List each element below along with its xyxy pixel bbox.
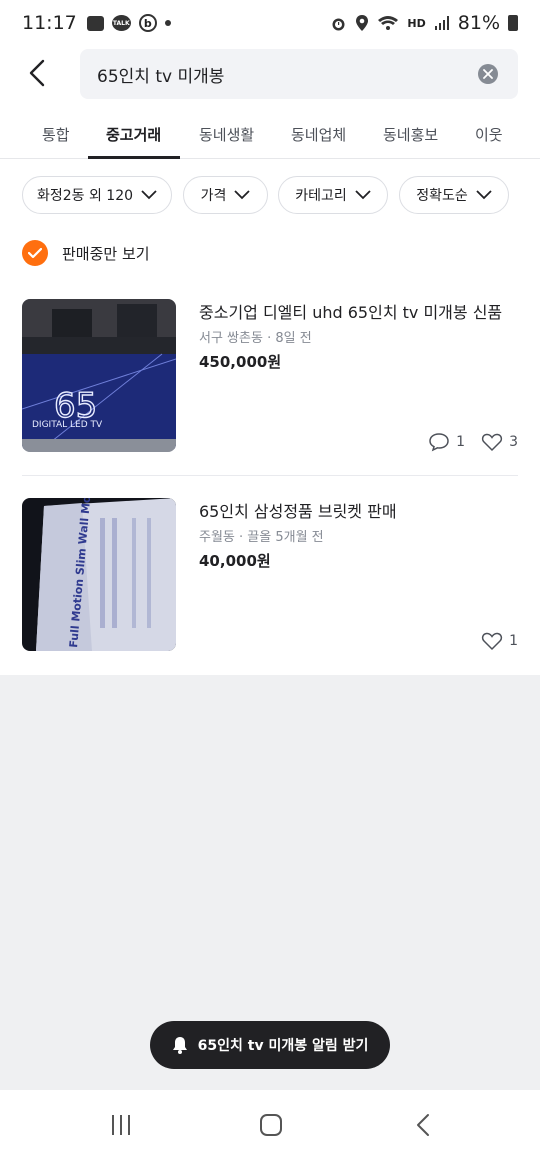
- like-count: 3: [509, 434, 518, 450]
- listing-price: 450,000원: [199, 353, 282, 371]
- listing-title: 중소기업 디엘티 uhd 65인치 tv 미개봉 신품: [199, 303, 503, 322]
- recents-icon: [112, 1115, 130, 1135]
- listing-title: 65인치 삼성정품 브릿켓 판매: [199, 502, 397, 521]
- more-notifications-icon: [164, 20, 171, 26]
- listing-time: 끌올 5개월 전: [247, 530, 324, 545]
- search-input[interactable]: 65인치 tv 미개봉: [80, 49, 518, 99]
- listing-time: 8일 전: [275, 331, 312, 346]
- b-app-notification-icon: b: [138, 14, 157, 32]
- recents-button[interactable]: [106, 1110, 136, 1140]
- home-icon: [260, 1114, 282, 1136]
- filter-location-label: 화정2동 외 120: [36, 188, 134, 204]
- tab-neighbors[interactable]: 이웃: [475, 124, 503, 145]
- wifi-icon: [378, 16, 399, 30]
- chevron-down-icon: [476, 190, 492, 200]
- listing-meta: 주월동 · 끌올 5개월 전: [199, 526, 324, 545]
- clear-search-button[interactable]: [478, 64, 498, 84]
- listing-stats: 1 3: [418, 432, 518, 452]
- like-count: 1: [509, 633, 518, 649]
- listing-thumbnail: Full Motion Slim Wall Mount: [22, 498, 176, 651]
- listing-meta: 서구 쌍촌동 · 8일 전: [199, 327, 312, 346]
- listing-item[interactable]: Full Motion Slim Wall Mount 65인치 삼성정품 브릿…: [22, 498, 518, 651]
- tab-local-promo[interactable]: 동네홍보: [383, 124, 438, 145]
- listing-image-small-text: DIGITAL LED TV: [32, 420, 103, 430]
- on-sale-only-toggle[interactable]: 판매중만 보기: [22, 240, 150, 266]
- bell-icon: [172, 1037, 187, 1054]
- tab-community[interactable]: 동네생활: [199, 124, 254, 145]
- chat-bubble-icon: [429, 433, 449, 452]
- check-icon: [28, 247, 42, 258]
- active-tab-indicator: [88, 156, 180, 159]
- filter-sort-label: 정확도순: [416, 188, 468, 204]
- filter-location-chip[interactable]: 화정2동 외 120: [22, 176, 172, 214]
- list-divider: [22, 475, 518, 476]
- battery-icon: [508, 15, 518, 31]
- back-icon: [417, 1114, 429, 1136]
- on-sale-checkbox[interactable]: [22, 240, 48, 266]
- listing-thumbnail: 65 DIGITAL LED TV: [22, 299, 176, 452]
- system-back-button[interactable]: [408, 1110, 438, 1140]
- tab-used-trade[interactable]: 중고거래: [106, 124, 161, 145]
- battery-percent: 81%: [457, 12, 500, 34]
- chat-count: 1: [456, 434, 466, 450]
- heart-icon: [481, 433, 503, 452]
- chevron-down-icon: [355, 190, 371, 200]
- status-bar: 11:17 TALK b HD 81%: [0, 0, 540, 46]
- hd-voice-icon: HD: [407, 16, 426, 30]
- search-tabs: 통합 중고거래 동네생활 동네업체 동네홍보 이웃: [0, 112, 540, 159]
- filter-sort-chip[interactable]: 정확도순: [399, 176, 509, 214]
- keyword-alert-button[interactable]: 65인치 tv 미개봉 알림 받기: [150, 1021, 390, 1069]
- on-sale-label: 판매중만 보기: [62, 244, 150, 263]
- status-time: 11:17: [22, 12, 77, 34]
- home-button[interactable]: [256, 1110, 286, 1140]
- filter-price-chip[interactable]: 가격: [183, 176, 268, 214]
- kakaotalk-notification-icon: TALK: [111, 15, 131, 31]
- back-button[interactable]: [22, 58, 52, 88]
- close-icon: [483, 69, 493, 79]
- gallery-notification-icon: [86, 15, 104, 31]
- filter-category-label: 카테고리: [295, 188, 347, 204]
- tab-local-business[interactable]: 동네업체: [291, 124, 346, 145]
- back-arrow-icon: [29, 59, 45, 87]
- listing-location: 주월동: [199, 530, 235, 545]
- heart-icon: [481, 632, 503, 651]
- location-icon: [356, 15, 369, 31]
- chevron-down-icon: [141, 190, 157, 200]
- alarm-icon: [332, 18, 345, 30]
- system-nav-bar: [0, 1090, 540, 1158]
- listing-price: 40,000원: [199, 552, 271, 570]
- listing-stats: 1: [471, 631, 518, 651]
- chevron-down-icon: [234, 190, 251, 200]
- search-query: 65인치 tv 미개봉: [97, 66, 225, 87]
- listing-item[interactable]: 65 DIGITAL LED TV 중소기업 디엘티 uhd 65인치 tv 미…: [22, 299, 518, 452]
- keyword-alert-label: 65인치 tv 미개봉 알림 받기: [197, 1038, 369, 1054]
- filter-category-chip[interactable]: 카테고리: [278, 176, 388, 214]
- tab-all[interactable]: 통합: [42, 124, 70, 145]
- signal-icon: [434, 16, 449, 30]
- listing-location: 서구 쌍촌동: [199, 331, 263, 346]
- filter-price-label: 가격: [200, 188, 227, 204]
